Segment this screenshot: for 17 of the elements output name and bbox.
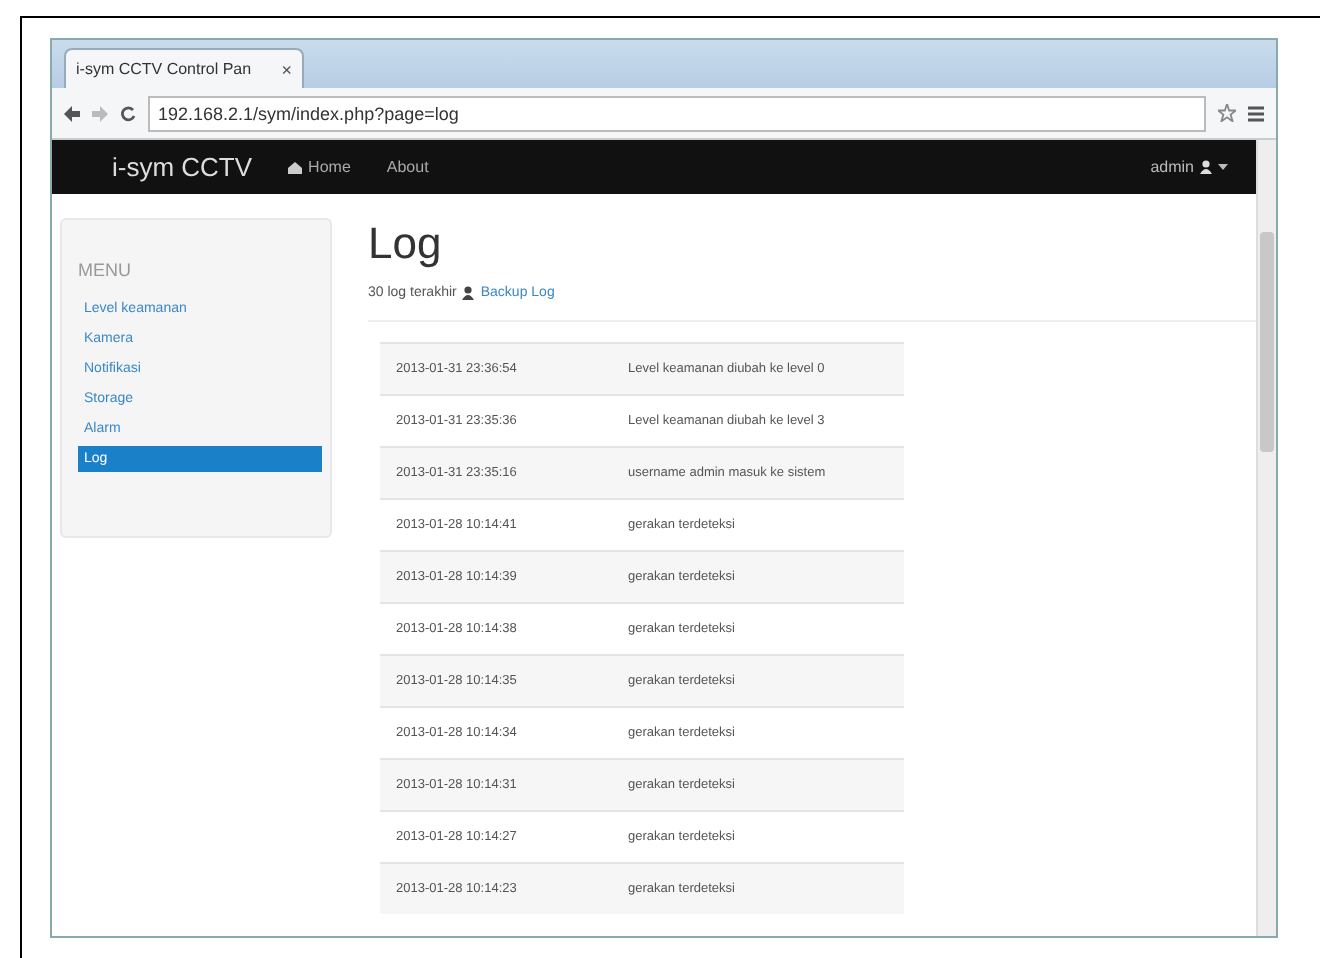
sidebar-heading: MENU: [78, 260, 133, 280]
user-icon: [462, 286, 475, 300]
nav-link[interactable]: Home: [288, 158, 351, 176]
user-icon: [1200, 160, 1212, 174]
user-menu[interactable]: admin: [1150, 158, 1228, 176]
close-icon[interactable]: ×: [281, 59, 292, 79]
back-icon[interactable]: [64, 105, 80, 121]
reload-icon[interactable]: [120, 105, 136, 121]
menu-icon[interactable]: [1248, 105, 1264, 121]
caret-icon: [1218, 164, 1228, 170]
browser-tab[interactable]: i-sym CCTV Control Pan ×: [64, 48, 304, 88]
page-title: Log: [368, 218, 444, 270]
tab-title: i-sym CCTV Control Pan: [76, 60, 252, 78]
nav-link[interactable]: About: [386, 158, 429, 176]
star-icon[interactable]: [1218, 104, 1236, 122]
address-field[interactable]: 192.168.2.1/sym/index.php?page=log: [148, 95, 1206, 131]
brand-logo[interactable]: i-sym CCTV: [112, 152, 253, 182]
